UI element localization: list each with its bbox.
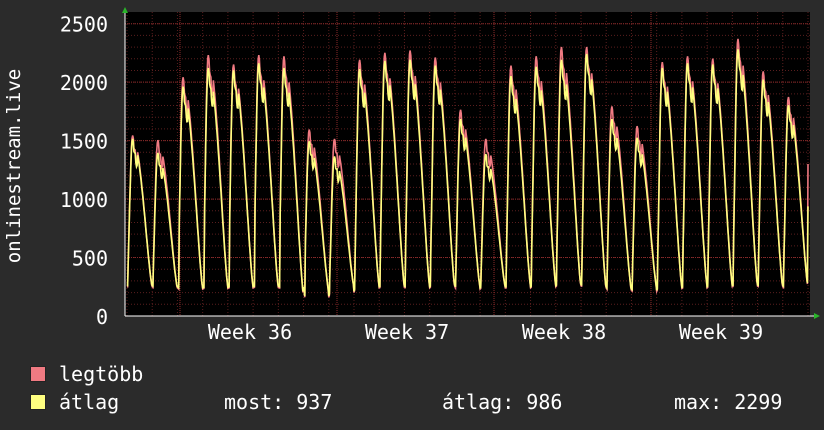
x-axis-arrow [814,313,820,319]
y-axis-label: onlinestream.live [3,69,25,263]
x-tick-label: Week 36 [208,320,292,344]
stat-max: max: 2299 [674,390,783,414]
stat-average: átlag: 986 [442,390,563,414]
x-tick-label: Week 38 [522,320,606,344]
y-axis-arrow [122,7,128,13]
traffic-chart: 0 500 1000 1500 2000 2500 Week 36 Week 37 Week … [3,7,820,344]
x-tick-label: Week 39 [679,320,763,344]
y-tick-label: 1000 [60,188,108,212]
x-tick-label: Week 37 [365,320,449,344]
y-tick-label: 0 [96,305,108,329]
legend-label-legtobb: legtöbb [59,362,144,386]
y-tick-label: 1500 [60,130,108,154]
legend-item-legtobb: legtöbb [30,362,144,386]
legend-item-atlag: átlag [30,390,120,414]
stat-current: most: 937 [224,390,333,414]
y-tick-label: 500 [72,247,108,271]
legend-swatch-legtobb [30,366,46,382]
y-tick-label: 2000 [60,71,108,95]
legend-swatch-atlag [30,394,46,410]
y-tick-label: 2500 [60,13,108,37]
legend-label-atlag: átlag [59,390,120,414]
